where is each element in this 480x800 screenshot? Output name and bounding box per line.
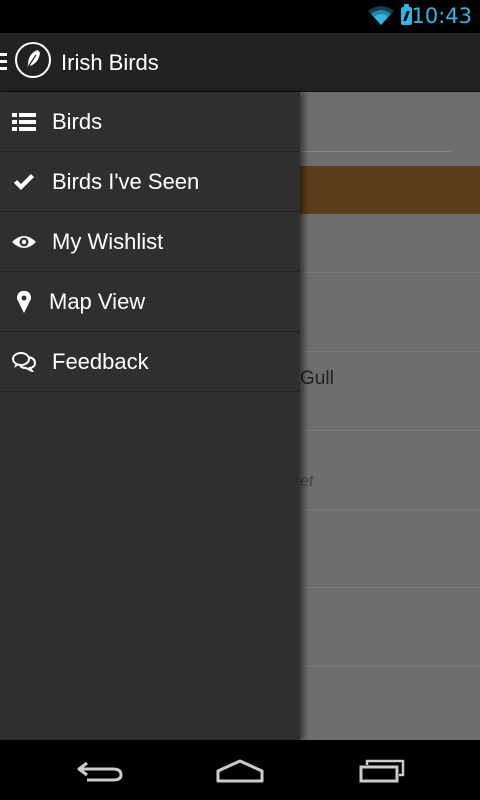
drawer-item-wishlist[interactable]: My Wishlist xyxy=(0,212,300,272)
feather-icon[interactable] xyxy=(15,42,51,78)
drawer-item-label: Feedback xyxy=(52,348,149,374)
action-bar: Irish Birds xyxy=(0,33,480,92)
recents-icon[interactable] xyxy=(358,758,406,784)
battery-charging-icon xyxy=(401,4,412,25)
wifi-icon xyxy=(368,6,394,25)
status-time: 10:43 xyxy=(411,4,472,28)
app-title[interactable]: Irish Birds xyxy=(61,50,159,76)
drawer-item-birds[interactable]: Birds xyxy=(0,92,300,152)
main-content-dimmed: Gull et xyxy=(300,92,480,740)
map-pin-icon xyxy=(12,290,36,314)
list-divider xyxy=(300,587,480,588)
drawer-item-birds-seen[interactable]: Birds I've Seen xyxy=(0,152,300,212)
drawer-item-label: Birds I've Seen xyxy=(52,168,200,194)
list-divider xyxy=(300,351,480,352)
drawer-item-label: Birds xyxy=(52,108,103,134)
navigation-drawer: Birds Birds I've Seen My Wishlist Map Vi… xyxy=(0,92,300,740)
list-item-subtext: et xyxy=(300,473,314,490)
drawer-item-label: Map View xyxy=(49,288,146,314)
list-icon xyxy=(12,110,36,134)
checkmark-icon xyxy=(12,170,36,194)
list-divider xyxy=(300,666,480,667)
system-navigation-bar xyxy=(0,740,480,800)
list-divider xyxy=(300,509,480,510)
drawer-item-feedback[interactable]: Feedback xyxy=(0,332,300,392)
home-icon[interactable] xyxy=(216,758,264,784)
search-field-underline xyxy=(300,151,451,152)
drawer-indicator-icon[interactable] xyxy=(0,53,7,71)
list-divider xyxy=(300,430,480,431)
content-banner xyxy=(300,166,480,214)
chat-bubbles-icon xyxy=(12,350,36,374)
drawer-item-map-view[interactable]: Map View xyxy=(0,272,300,332)
back-icon[interactable] xyxy=(76,758,124,784)
drawer-item-label: My Wishlist xyxy=(52,228,164,254)
list-divider xyxy=(300,272,480,273)
eye-icon xyxy=(12,230,36,254)
status-bar: 10:43 xyxy=(0,0,480,33)
list-item-text: Gull xyxy=(300,368,334,389)
